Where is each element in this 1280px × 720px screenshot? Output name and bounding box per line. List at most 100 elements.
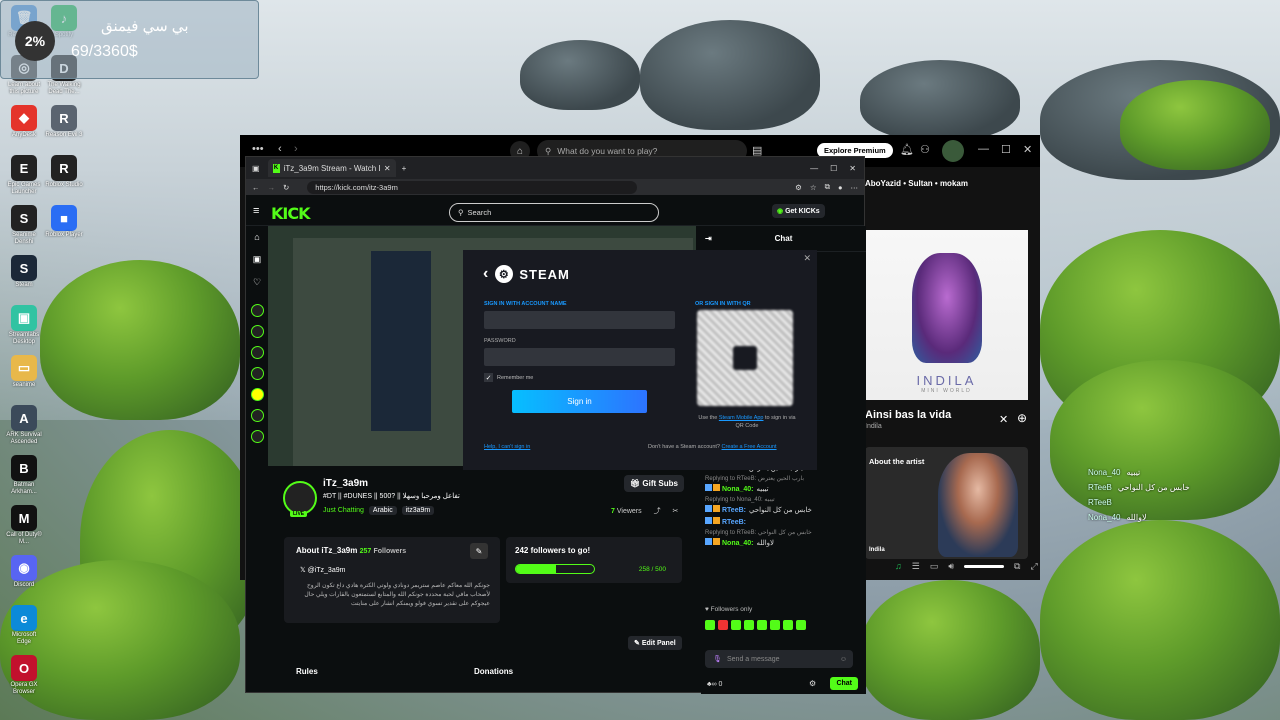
x-social-link[interactable]: 𝕏 @iTz_3a9m xyxy=(300,566,345,574)
desktop-icon-15[interactable]: M Call of Duty® M... xyxy=(5,505,43,546)
extensions-icon[interactable]: ⚙ xyxy=(795,183,802,192)
tag-itz3a9m[interactable]: itz3a9m xyxy=(401,506,435,515)
desktop-icon-18[interactable]: O Opera GX Browser xyxy=(5,655,43,696)
bell-icon[interactable]: 🔔︎ xyxy=(900,143,914,156)
desktop-icon-16[interactable]: ◉ Discord xyxy=(5,555,43,589)
create-account-link[interactable]: Create a Free Account xyxy=(722,444,777,450)
emote-icon[interactable] xyxy=(744,620,754,630)
desktop-icon-13[interactable]: A ARK Survival Ascended xyxy=(5,405,43,446)
following-icon[interactable]: ♡ xyxy=(246,277,268,288)
desktop-icon-6[interactable]: E Epic Games Launcher xyxy=(5,155,43,196)
fullscreen-icon[interactable]: ⤢ xyxy=(1030,561,1037,572)
maximize-icon[interactable]: ☐ xyxy=(1001,143,1011,156)
browse-icon[interactable]: ▣ xyxy=(246,254,268,265)
tag-arabic[interactable]: Arabic xyxy=(368,506,397,515)
followed-channel-avatar[interactable] xyxy=(250,388,264,401)
emote-icon[interactable] xyxy=(783,620,793,630)
track-artist[interactable]: Indila xyxy=(865,423,882,430)
emote-icon[interactable] xyxy=(731,620,741,630)
device-icon[interactable]: ▭ xyxy=(930,561,939,572)
gift-subs-button[interactable]: 🎁︎ Gift Subs xyxy=(624,475,684,492)
share-icon[interactable]: ⤴ xyxy=(654,508,661,515)
about-artist-card[interactable]: About the artist Indila xyxy=(865,447,1028,559)
url-field[interactable]: https://kick.com/itz-3a9m xyxy=(307,180,638,194)
browser-maximize-icon[interactable]: ☐ xyxy=(830,164,837,173)
send-message-input[interactable]: 🎙︎ Send a message ☺ xyxy=(705,650,853,668)
profile-icon[interactable]: ● xyxy=(838,183,843,192)
close-icon[interactable]: ✕ xyxy=(803,253,811,264)
emote-icon[interactable] xyxy=(757,620,767,630)
followed-channel-avatar[interactable] xyxy=(250,367,264,380)
tab-actions-icon[interactable]: ▣ xyxy=(252,164,260,173)
browser-close-icon[interactable]: ✕ xyxy=(849,164,856,173)
chat-username[interactable]: Nona_40: xyxy=(722,486,754,493)
tab-kick[interactable]: K iTz_3a9m Stream - Watch Live o... ✕ xyxy=(267,159,396,177)
chat-username[interactable]: RTeeB: xyxy=(722,507,746,514)
collections-icon[interactable]: ⧉ xyxy=(825,182,830,192)
followed-channel-avatar[interactable] xyxy=(250,409,264,422)
tab-close-icon[interactable]: ✕ xyxy=(384,164,391,173)
remember-me[interactable]: ✓ Remember me xyxy=(484,373,533,382)
volume-icon[interactable]: 🔊︎ xyxy=(948,561,954,572)
streamer-name[interactable]: iTz_3a9m xyxy=(323,478,368,489)
followed-channel-avatar[interactable] xyxy=(250,346,264,359)
sign-in-button[interactable]: Sign in xyxy=(512,390,647,413)
more-icon[interactable]: ••• xyxy=(252,143,264,155)
forward-icon[interactable]: → xyxy=(268,183,276,192)
forward-arrow-icon[interactable]: › xyxy=(294,143,298,155)
chat-username[interactable]: RTeeB: xyxy=(722,519,746,526)
settings-more-icon[interactable]: ⋯ xyxy=(851,183,859,192)
followed-channel-avatar[interactable] xyxy=(250,325,264,338)
kick-search-input[interactable]: ⚲ Search xyxy=(449,203,659,222)
edit-icon[interactable]: ✎ xyxy=(470,543,488,559)
desktop-icon-8[interactable]: S Seanime Denshi xyxy=(5,205,43,246)
desktop-icon-12[interactable]: ▭ seanime xyxy=(5,355,43,389)
password-input[interactable] xyxy=(484,348,675,366)
desktop-icon-10[interactable]: S Steam xyxy=(5,255,43,289)
emote-icon[interactable] xyxy=(705,620,715,630)
steam-mobile-app-link[interactable]: Steam Mobile App xyxy=(719,415,764,421)
chat-username[interactable]: Nona_40: xyxy=(722,540,754,547)
volume-slider[interactable] xyxy=(964,564,1005,568)
profile-avatar[interactable] xyxy=(942,140,964,162)
desktop-icon-9[interactable]: ■ Roblox Player xyxy=(45,205,83,239)
desktop-icon-14[interactable]: B Batman Arkham... xyxy=(5,455,43,496)
add-icon[interactable]: ⊕ xyxy=(1017,411,1027,425)
clip-icon[interactable]: ✂ xyxy=(673,508,679,515)
home-icon[interactable]: ⌂ xyxy=(246,232,268,242)
emote-icon[interactable] xyxy=(718,620,728,630)
emote-icon[interactable] xyxy=(770,620,780,630)
kick-logo[interactable]: KICK xyxy=(271,204,310,223)
lyrics-icon[interactable]: ♫ xyxy=(895,561,902,571)
friends-icon[interactable]: ⚇ xyxy=(920,143,930,156)
chat-message[interactable]: RTeeB: xyxy=(701,516,866,528)
emote-icon[interactable] xyxy=(796,620,806,630)
desktop-icon-17[interactable]: e Microsoft Edge xyxy=(5,605,43,646)
desktop-icon-4[interactable]: ◆ AnyDesk xyxy=(5,105,43,139)
help-link[interactable]: Help, I can't sign in xyxy=(484,444,530,450)
new-tab-icon[interactable]: + xyxy=(402,164,407,173)
desktop-icon-5[interactable]: R Reason Evil 3 xyxy=(45,105,83,139)
get-kicks-button[interactable]: ◉ Get KICKs xyxy=(772,204,825,218)
back-arrow-icon[interactable]: ‹ xyxy=(278,143,282,155)
back-icon[interactable]: ← xyxy=(252,183,260,192)
track-title[interactable]: Ainsi bas la vida xyxy=(865,409,951,421)
menu-icon[interactable]: ≡ xyxy=(253,205,259,217)
miniplayer-icon[interactable]: ⧉ xyxy=(1014,561,1020,572)
queue-icon[interactable]: ☰ xyxy=(912,561,920,572)
chat-message[interactable]: Replying to RTeeB: بارب الحين يعترض Nona_… xyxy=(701,474,866,495)
desktop-icon-11[interactable]: ▣ Streamlabs Desktop xyxy=(5,305,43,346)
minimize-icon[interactable]: — xyxy=(978,143,989,155)
chat-message[interactable]: Replying to Nona_40: تيبيه RTeeB: خابس من … xyxy=(701,495,866,516)
favorites-icon[interactable]: ☆ xyxy=(810,183,817,192)
chat-send-button[interactable]: Chat xyxy=(830,677,858,690)
close-icon[interactable]: ✕ xyxy=(1023,143,1032,156)
edit-panel-button[interactable]: ✎ Edit Panel xyxy=(628,636,682,650)
desktop-icon-7[interactable]: R Roblox Studio xyxy=(45,155,83,189)
close-panel-icon[interactable]: ✕ xyxy=(999,413,1008,426)
account-name-input[interactable] xyxy=(484,311,675,329)
refresh-icon[interactable]: ↻ xyxy=(283,183,289,192)
remember-checkbox[interactable]: ✓ xyxy=(484,373,493,382)
followed-channel-avatar[interactable] xyxy=(250,430,264,443)
browser-minimize-icon[interactable]: — xyxy=(810,164,818,173)
